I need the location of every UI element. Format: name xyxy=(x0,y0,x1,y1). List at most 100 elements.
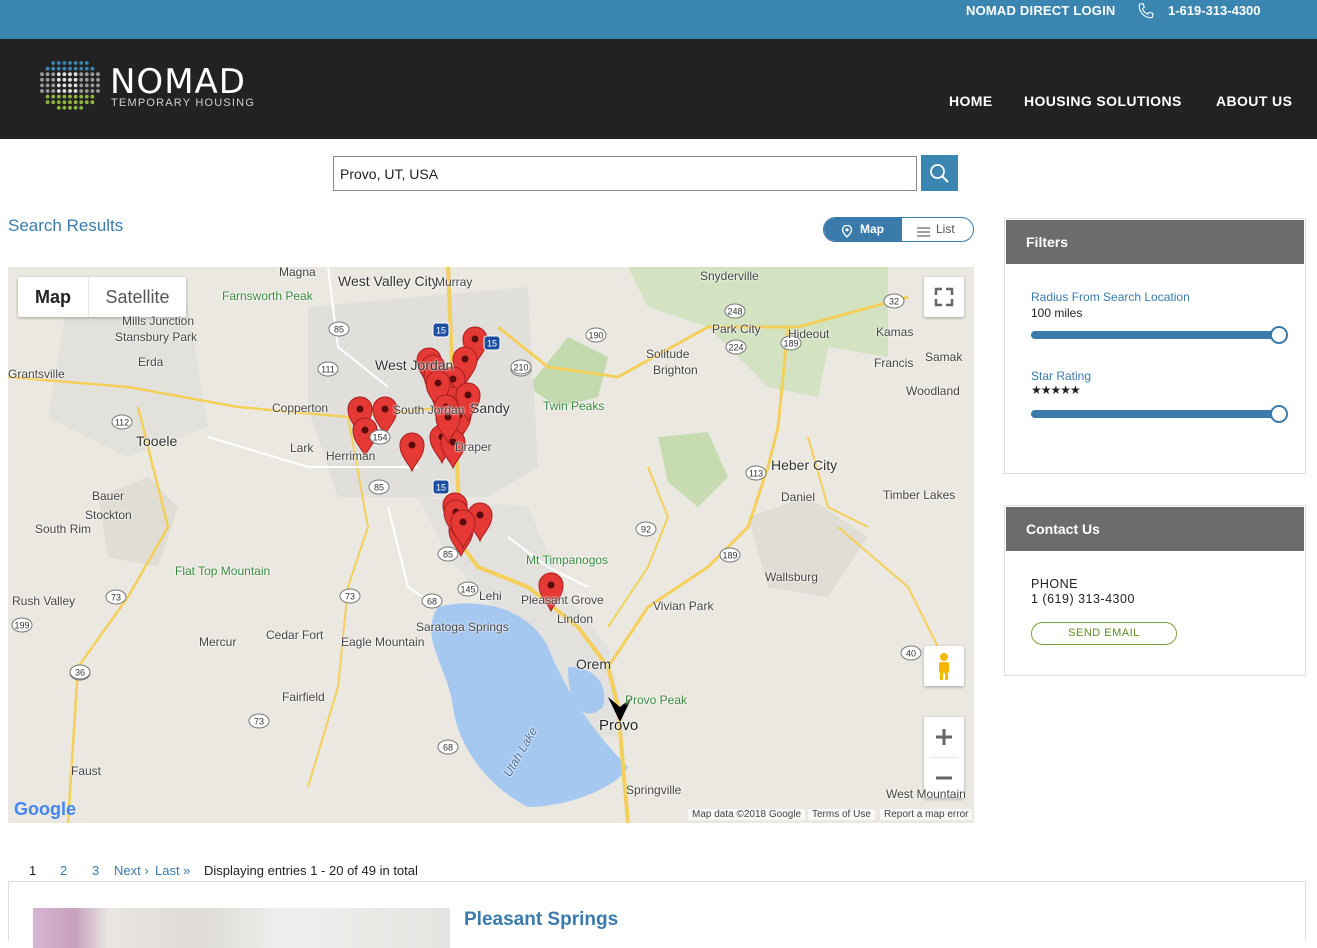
map-view-button[interactable]: Map xyxy=(824,218,902,241)
next-page-link[interactable]: Next › xyxy=(114,863,149,878)
map-place-label: Bauer xyxy=(92,489,125,503)
map-place-label: Timber Lakes xyxy=(883,488,956,502)
fullscreen-button[interactable] xyxy=(924,277,964,317)
logo-dot xyxy=(51,100,56,105)
map-place-label: Twin Peaks xyxy=(543,399,605,413)
map-place-label: South Jordan xyxy=(393,403,465,417)
logo-dot xyxy=(73,66,78,71)
nomad-direct-login-link[interactable]: NOMAD DIRECT LOGIN xyxy=(966,3,1115,18)
map-place-label: Fairfield xyxy=(282,690,325,704)
logo-dot xyxy=(51,77,56,82)
route-shield-label: 68 xyxy=(443,743,453,753)
map-place-label: Provo xyxy=(599,717,639,734)
last-page-link[interactable]: Last » xyxy=(155,863,190,878)
map-place-label: Flat Top Mountain xyxy=(175,564,271,578)
listing-title[interactable]: Pleasant Springs xyxy=(464,909,618,931)
logo-dot xyxy=(62,77,67,82)
logo-dot xyxy=(73,105,78,110)
logo-dot xyxy=(62,100,67,105)
logo-dot xyxy=(68,105,72,110)
route-shield-label: 15 xyxy=(487,339,497,349)
map-report-error-link[interactable]: Report a map error xyxy=(880,809,973,820)
logo-dot xyxy=(73,89,78,93)
page-3-link[interactable]: 3 xyxy=(92,863,99,878)
page-1-link[interactable]: 1 xyxy=(29,863,36,878)
brand-name[interactable]: NOMAD xyxy=(110,62,246,102)
zoom-in-button[interactable] xyxy=(924,717,964,757)
map-place-label: Eagle Mountain xyxy=(341,635,425,649)
logo-dot xyxy=(68,83,72,88)
route-shield-label: 112 xyxy=(115,418,129,428)
radius-filter-value: 100 miles xyxy=(1031,306,1083,320)
map-type-satellite-button[interactable]: Satellite xyxy=(88,277,186,317)
logo-dot xyxy=(56,100,61,105)
logo-dot xyxy=(90,83,95,88)
logo-dot xyxy=(73,100,78,105)
map-marker-dot xyxy=(461,355,469,363)
results-map[interactable]: 1515851117124819022418932112362101515485… xyxy=(8,267,974,823)
map-place-label: Stockton xyxy=(85,508,132,522)
logo-dot xyxy=(73,94,78,99)
map-marker-dot xyxy=(459,518,467,526)
logo-dot xyxy=(73,83,78,88)
map-place-label: Park City xyxy=(712,322,761,336)
logo-dot xyxy=(68,94,72,99)
radius-slider[interactable] xyxy=(1031,326,1288,344)
map-place-label: Magna xyxy=(279,267,316,279)
search-results-heading: Search Results xyxy=(8,216,124,235)
star-rating-slider[interactable] xyxy=(1031,405,1288,423)
nav-housing-solutions[interactable]: HOUSING SOLUTIONS xyxy=(1024,93,1182,109)
topbar-phone-link[interactable]: 1-619-313-4300 xyxy=(1168,3,1261,18)
map-place-label: Sandy xyxy=(470,400,510,416)
logo-dot xyxy=(84,77,89,82)
map-terms-link[interactable]: Terms of Use xyxy=(808,809,875,820)
map-place-label: Solitude xyxy=(646,347,690,361)
top-bar: NOMAD DIRECT LOGIN 1-619-313-4300 xyxy=(0,0,1317,39)
contact-phone-label: PHONE xyxy=(1031,577,1078,591)
fullscreen-icon xyxy=(934,287,954,307)
route-shield-label: 224 xyxy=(728,343,743,353)
map-place-label: Mercur xyxy=(199,635,237,649)
google-logo[interactable]: Google xyxy=(14,799,76,820)
logo-dot xyxy=(56,77,61,82)
logo-dot xyxy=(62,83,67,88)
map-type-map-button[interactable]: Map xyxy=(18,277,88,317)
nav-home[interactable]: HOME xyxy=(949,93,993,109)
map-place-label: Grantsville xyxy=(8,367,65,381)
radius-slider-handle[interactable] xyxy=(1270,326,1288,344)
send-email-button[interactable]: SEND EMAIL xyxy=(1031,622,1177,645)
logo-dot xyxy=(68,77,72,82)
route-shield-label: 145 xyxy=(460,585,475,595)
logo-dot xyxy=(45,66,50,71)
listing-card[interactable]: Pleasant Springs xyxy=(8,881,1306,948)
route-shield-label: 85 xyxy=(334,325,344,335)
search-icon xyxy=(930,164,949,183)
listing-thumbnail[interactable] xyxy=(33,908,450,948)
logo-dot xyxy=(62,105,67,110)
map-place-label: Kamas xyxy=(876,325,914,339)
logo-dot xyxy=(90,72,95,77)
map-marker-dot xyxy=(356,405,364,413)
map-place-label: Woodland xyxy=(906,384,960,398)
map-place-label: Stansbury Park xyxy=(115,330,198,344)
logo-dot xyxy=(68,66,72,71)
list-view-button[interactable]: List xyxy=(902,218,973,241)
logo-dot xyxy=(90,66,95,71)
route-shield-label: 15 xyxy=(436,326,446,336)
contact-phone-number[interactable]: 1 (619) 313-4300 xyxy=(1031,592,1135,606)
logo-dot xyxy=(84,72,89,77)
search-button[interactable] xyxy=(921,155,958,191)
nav-about-us[interactable]: ABOUT US xyxy=(1216,93,1292,109)
logo-dot xyxy=(45,83,50,88)
map-canvas[interactable]: 1515851117124819022418932112362101515485… xyxy=(8,267,974,823)
logo-dot xyxy=(51,66,56,71)
logo-dot xyxy=(40,72,44,77)
location-search-input[interactable] xyxy=(333,156,917,191)
page-2-link[interactable]: 2 xyxy=(60,863,67,878)
map-place-label: Provo Peak xyxy=(625,693,688,707)
street-view-pegman[interactable] xyxy=(924,646,964,686)
nomad-logo-icon[interactable] xyxy=(36,53,104,121)
star-rating-slider-handle[interactable] xyxy=(1270,405,1288,423)
route-shield-label: 92 xyxy=(641,525,651,535)
map-place-label: Faust xyxy=(71,764,102,778)
